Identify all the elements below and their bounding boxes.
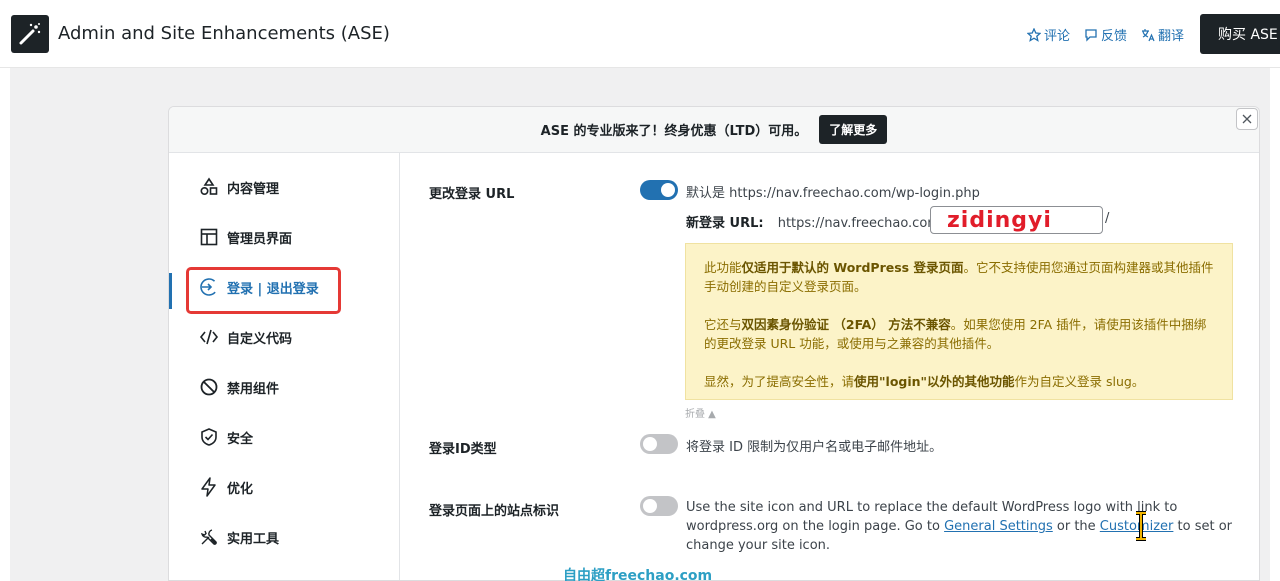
shield-icon	[201, 428, 217, 446]
close-icon	[1242, 114, 1252, 124]
sidebar-item-content[interactable]: 内容管理	[199, 175, 279, 199]
sidebar-item-label: 内容管理	[227, 181, 280, 197]
sidebar-item-security[interactable]: 安全	[199, 425, 253, 449]
collapse-link[interactable]: 折叠 ▲	[685, 405, 716, 420]
translate-label: 翻译	[1157, 29, 1184, 44]
bolt-icon	[201, 477, 216, 497]
settings-card: ASE 的专业版来了！终身优惠（LTD）可用。 了解更多 内容管理 管理员界面 …	[168, 106, 1260, 581]
sidebar-nav: 内容管理 管理员界面 登录 | 退出登录 自定义代码 禁用组件 安全 优化 实用…	[169, 153, 400, 580]
new-login-url-label: 新登录 URL:	[686, 216, 764, 231]
sidebar-item-optimization[interactable]: 优化	[199, 475, 253, 499]
app-title: Admin and Site Enhancements (ASE)	[58, 23, 390, 44]
sidebar-item-label: 登录 | 退出登录	[227, 281, 319, 297]
site-identity-toggle[interactable]	[640, 496, 678, 516]
sidebar-item-label: 管理员界面	[227, 231, 293, 247]
layout-icon	[200, 228, 218, 246]
review-label: 评论	[1043, 29, 1070, 44]
comment-icon	[1085, 28, 1097, 42]
login-id-type-toggle[interactable]	[640, 434, 678, 454]
header-actions: 评论 反馈 翻译	[1026, 25, 1184, 44]
promo-text: ASE 的专业版来了！终身优惠（LTD）可用。	[540, 124, 808, 139]
login-id-type-desc: 将登录 ID 限制为仅用户名或电子邮件地址。	[686, 440, 943, 455]
sidebar-item-label: 优化	[227, 481, 254, 497]
site-identity-desc: Use the site icon and URL to replace the…	[686, 500, 1233, 553]
site-identity-label: 登录页面上的站点标识	[429, 504, 560, 519]
sidebar-item-label: 实用工具	[227, 531, 280, 547]
sidebar-item-label: 自定义代码	[227, 331, 293, 347]
watermark-text: 自由超freechao.com	[563, 568, 713, 581]
star-icon	[1026, 27, 1041, 42]
sidebar-item-label: 禁用组件	[227, 381, 280, 397]
right-edge	[1270, 68, 1280, 581]
sidebar-item-label: 安全	[227, 431, 254, 447]
toggle-knob	[661, 183, 675, 197]
login-id-type-label: 登录ID类型	[429, 442, 497, 457]
compatibility-notice: 此功能仅适用于默认的 WordPress 登录页面。它不支持使用您通过页面构建器…	[685, 243, 1233, 400]
notice-paragraph: 此功能仅适用于默认的 WordPress 登录页面。它不支持使用您通过页面构建器…	[704, 260, 1214, 294]
feedback-link[interactable]: 反馈	[1084, 25, 1127, 44]
feedback-label: 反馈	[1100, 29, 1127, 44]
text-cursor-icon	[1136, 511, 1146, 541]
toggle-knob	[643, 499, 657, 513]
change-login-url-label: 更改登录 URL	[429, 187, 515, 202]
disabled-icon	[200, 378, 218, 396]
change-login-url-toggle[interactable]	[640, 180, 678, 200]
top-header: Admin and Site Enhancements (ASE) 评论 反馈 …	[0, 0, 1280, 68]
learn-more-button[interactable]: 了解更多	[819, 115, 888, 144]
notice-paragraph: 显然，为了提高安全性，请使用"login"以外的其他功能作为自定义登录 slug…	[704, 374, 1145, 389]
shapes-icon	[200, 177, 218, 196]
base-url-text: https://nav.freechao.com/	[777, 216, 945, 231]
close-button[interactable]	[1236, 108, 1258, 130]
promo-banner: ASE 的专业版来了！终身优惠（LTD）可用。 了解更多	[169, 107, 1259, 153]
code-icon	[199, 329, 219, 345]
sidebar-item-disable-components[interactable]: 禁用组件	[199, 375, 279, 399]
login-icon	[200, 278, 218, 296]
general-settings-link[interactable]: General Settings	[944, 519, 1053, 534]
url-trailing-slash: /	[1105, 211, 1110, 226]
toggle-knob	[643, 437, 657, 451]
sidebar-item-utilities[interactable]: 实用工具	[199, 525, 279, 549]
notice-paragraph: 它还与双因素身份验证 （2FA） 方法不兼容。如果您使用 2FA 插件，请使用该…	[704, 317, 1207, 351]
magic-wand-icon	[11, 15, 49, 53]
translate-link[interactable]: 翻译	[1141, 25, 1184, 44]
custom-login-slug-input[interactable]	[930, 206, 1103, 234]
new-login-url-row: 新登录 URL: https://nav.freechao.com/	[686, 212, 944, 231]
sidebar-item-login-logout[interactable]: 登录 | 退出登录	[199, 275, 319, 299]
active-indicator	[169, 273, 172, 309]
sidebar-item-admin-interface[interactable]: 管理员界面	[199, 225, 292, 249]
sidebar-item-custom-code[interactable]: 自定义代码	[199, 325, 292, 349]
left-edge	[0, 68, 10, 581]
tools-icon	[201, 529, 217, 545]
buy-button[interactable]: 购买 ASE	[1200, 14, 1280, 54]
translate-icon	[1141, 28, 1155, 41]
default-login-url-text: 默认是 https://nav.freechao.com/wp-login.ph…	[686, 186, 980, 201]
review-link[interactable]: 评论	[1026, 25, 1070, 44]
